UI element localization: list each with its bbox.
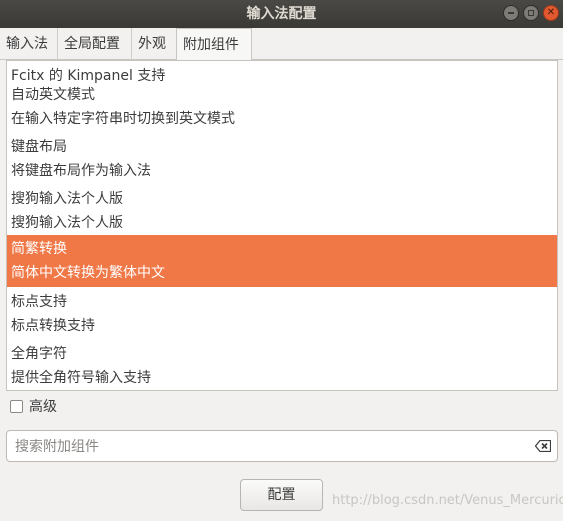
addon-name: 全角字符 (11, 346, 67, 362)
edit-clear-icon[interactable] (535, 440, 551, 452)
tab-input-method[interactable]: 输入法 (0, 28, 58, 60)
addon-name: 标点支持 (11, 294, 67, 310)
addon-name: 搜狗输入法个人版 (11, 191, 123, 207)
addon-desc: 搜狗输入法个人版 (11, 215, 123, 231)
advanced-checkbox[interactable] (10, 399, 23, 413)
search-input[interactable] (13, 436, 527, 458)
addon-name: 键盘布局 (11, 139, 67, 155)
tab-appearance[interactable]: 外观 (132, 28, 176, 60)
addon-item-keyboard-layout[interactable]: 键盘布局 将键盘布局作为输入法 (7, 133, 557, 185)
addon-item-chttrans[interactable]: 简繁转换 简体中文转换为繁体中文 (7, 235, 557, 287)
addon-item-fullwidth[interactable]: 全角字符 提供全角符号输入支持 (7, 340, 557, 390)
close-button[interactable]: ✕ (543, 5, 559, 21)
window-title: 输入法配置 (246, 6, 317, 22)
maximize-icon (528, 10, 534, 16)
addon-name: 自动英文模式 (11, 87, 95, 103)
tab-global-config[interactable]: 全局配置 (58, 28, 132, 60)
tab-bar: 输入法 全局配置 外观 附加组件 (0, 28, 563, 61)
advanced-label: 高级 (29, 399, 57, 415)
maximize-button[interactable] (523, 5, 539, 21)
addon-item-punctuation[interactable]: 标点支持 标点转换支持 (7, 288, 557, 340)
addon-name: 简繁转换 (11, 241, 67, 257)
watermark: http://blog.csdn.net/Venus_Mercurio (332, 493, 563, 508)
addon-item-auto-english[interactable]: 自动英文模式 在输入特定字符串时切换到英文模式 (7, 81, 557, 133)
addon-desc: 简体中文转换为繁体中文 (11, 265, 165, 281)
title-bar: 输入法配置 ✕ (0, 0, 563, 28)
addon-desc: 在输入特定字符串时切换到英文模式 (11, 111, 235, 127)
search-box[interactable] (6, 430, 558, 462)
minimize-button[interactable] (503, 5, 519, 21)
addon-desc: 提供全角符号输入支持 (11, 370, 151, 386)
addon-item-sogou[interactable]: 搜狗输入法个人版 搜狗输入法个人版 (7, 185, 557, 237)
addon-desc: 将键盘布局作为输入法 (11, 163, 151, 179)
close-icon: ✕ (546, 7, 556, 18)
configure-button[interactable]: 配置 (240, 479, 323, 511)
addon-list[interactable]: Fcitx 的 Kimpanel 支持 自动英文模式 在输入特定字符串时切换到英… (6, 60, 558, 391)
minimize-icon (508, 12, 514, 14)
advanced-option[interactable]: 高级 (10, 396, 57, 416)
addon-desc: 标点转换支持 (11, 318, 95, 334)
tab-addons[interactable]: 附加组件 (176, 28, 252, 61)
